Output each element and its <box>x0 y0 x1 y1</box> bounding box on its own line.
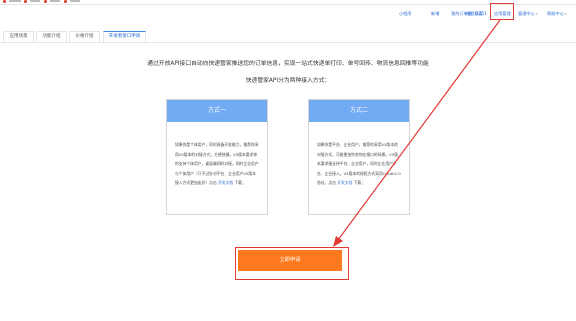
nav-item-quota[interactable]: 授权额度 <box>466 11 483 17</box>
red-dot-icon <box>3 0 6 3</box>
method-card-description: 如果你是平台、企业用户，推荐你采用V5版本的对接方式，可能更加符合你在接口的场景… <box>317 140 401 188</box>
method-card-description: 如果你是个体用户，同时具备开发能力，推荐你采用V5版本的对接方式，方便快捷。V5… <box>175 140 259 188</box>
strip-mark <box>50 0 60 2</box>
strip-mark <box>9 0 21 2</box>
method-card-title: 方式二 <box>309 100 409 122</box>
nav-item-new[interactable]: 新增 <box>431 11 439 17</box>
tab-features[interactable]: 功能介绍 <box>36 31 67 42</box>
method-desc-suffix: 下载； <box>353 180 365 186</box>
chevron-down-icon: ▾ <box>536 12 538 16</box>
nav-item-help-center[interactable]: 帮助中心 ▾ <box>547 11 567 17</box>
method-desc-text: 如果你是平台、企业用户，推荐你采用V5版本的对接方式，可能更加符合你在接口的场景… <box>317 142 401 186</box>
developer-doc-link[interactable]: 开发文档 <box>337 180 352 185</box>
method-desc-suffix: 下载； <box>234 180 246 186</box>
strip-mark <box>70 0 80 2</box>
tab-pricing[interactable]: 价格介绍 <box>69 31 100 42</box>
method-desc-text: 如果你是个体用户，同时具备开发能力，推荐你采用V5版本的对接方式，方便快捷。V5… <box>175 142 259 186</box>
annotation-highlight-box <box>490 3 514 20</box>
nav-item-miniprogram[interactable]: 小程序 <box>399 11 412 17</box>
developer-doc-link[interactable]: 开发文档 <box>218 180 233 185</box>
intro-line-2: 快递管家API分为两种接入方式： <box>245 78 331 84</box>
arrow-head-icon <box>333 236 343 247</box>
method-card-title: 方式一 <box>167 100 267 122</box>
red-dot-icon <box>44 0 47 3</box>
tab-developer-api[interactable]: 开发者接口申请 <box>103 31 146 42</box>
red-dot-icon <box>24 0 27 3</box>
help-center-label: 帮助中心 <box>547 11 564 16</box>
method-card-two: 方式二 如果你是平台、企业用户，推荐你采用V5版本的对接方式，可能更加符合你在接… <box>308 99 410 215</box>
tab-scenarios[interactable]: 应用场景 <box>3 31 34 42</box>
nav-item-admin-center[interactable]: 管理中心 ▾ <box>518 11 538 17</box>
method-card-one: 方式一 如果你是个体用户，同时具备开发能力，推荐你采用V5版本的对接方式，方便快… <box>166 99 268 215</box>
chevron-down-icon: ▾ <box>565 12 567 16</box>
apply-now-button[interactable]: 立即申请 <box>238 250 342 271</box>
admin-center-label: 管理中心 <box>518 11 535 16</box>
strip-mark <box>30 0 40 2</box>
tab-bar: 应用场景 功能介绍 价格介绍 开发者接口申请 <box>0 31 576 43</box>
red-dot-icon <box>64 0 67 3</box>
intro-line-1: 通过开放API接口自动向快递管家推送您的订单信息，实现一站式快递单打印、单号回传… <box>147 61 429 67</box>
